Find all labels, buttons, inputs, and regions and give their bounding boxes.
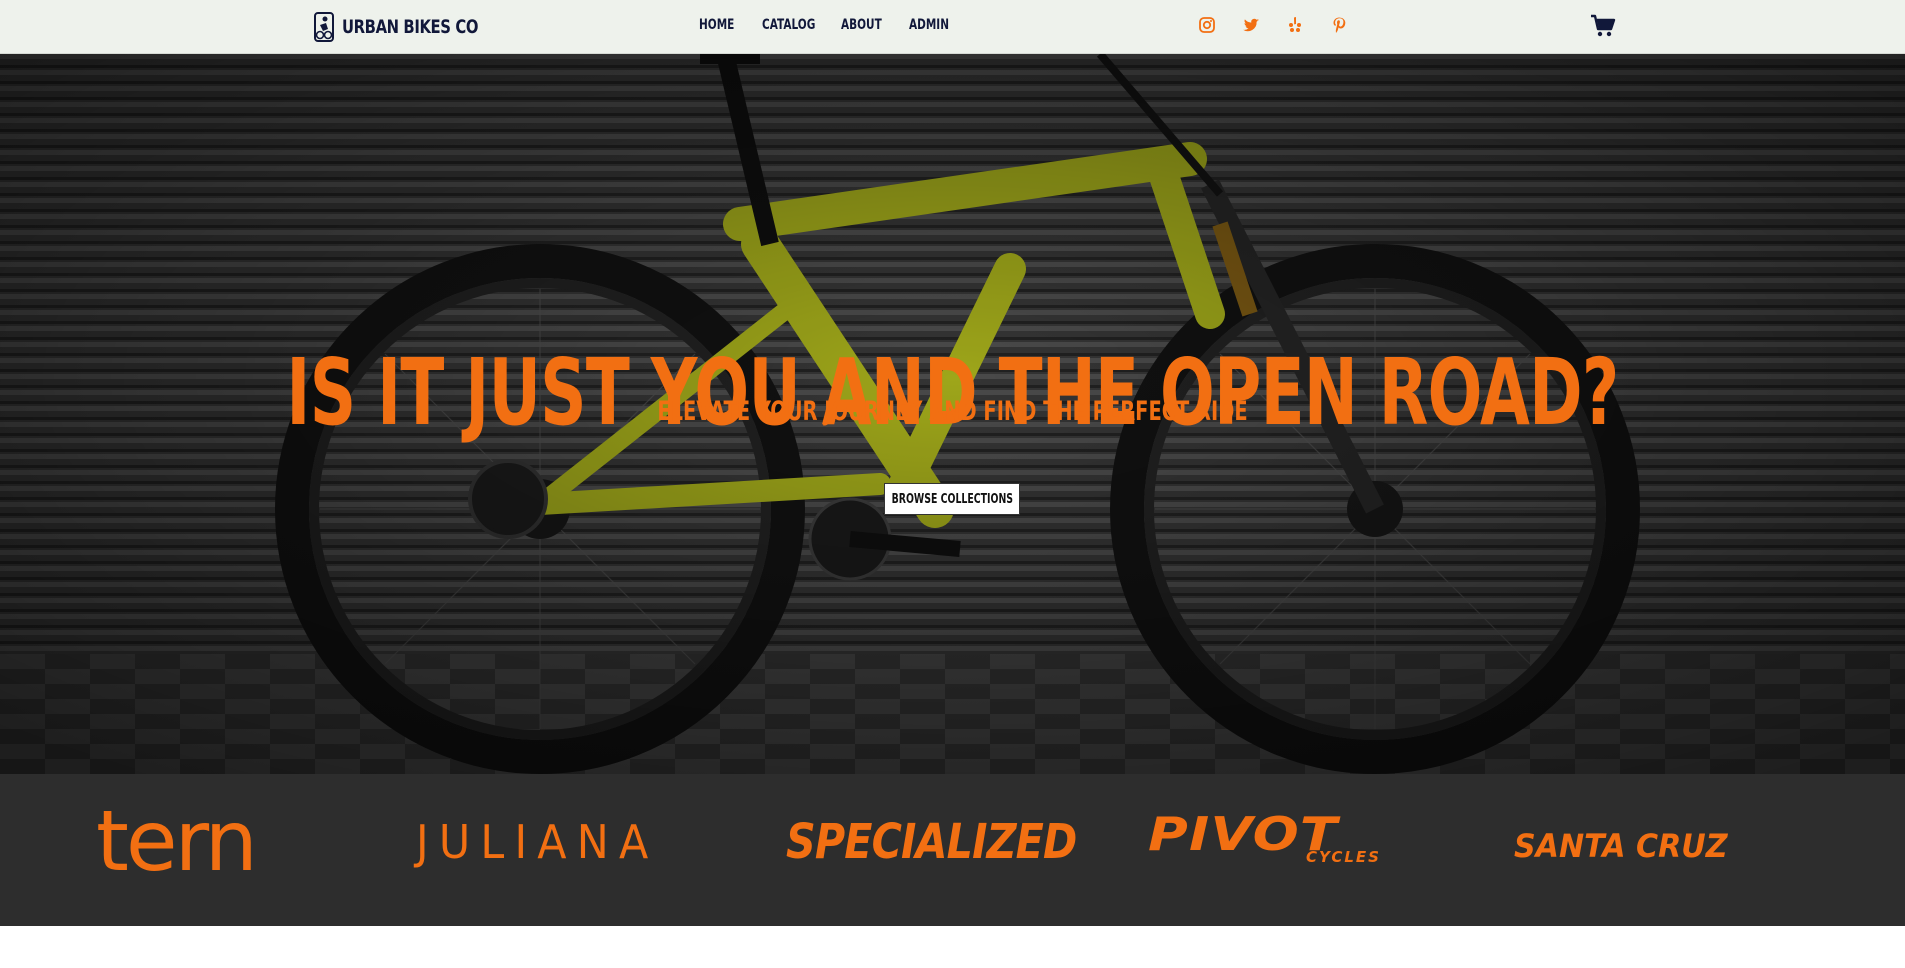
nav-catalog-link[interactable]: CATALOG bbox=[762, 14, 821, 33]
hero-subheadline: ELEVATE YOUR JOURNEY AND FIND THE PERFEC… bbox=[657, 396, 1248, 427]
social-links bbox=[1198, 16, 1348, 34]
brand-logo-tern[interactable]: tern bbox=[96, 792, 258, 890]
brand-logo-juliana[interactable]: JULIANA bbox=[416, 814, 677, 870]
nav-about-link[interactable]: ABOUT bbox=[841, 14, 892, 33]
brand-logo-specialized[interactable]: SPECIALIZED bbox=[786, 814, 1124, 870]
top-navigation-bar: URBAN BIKES CO HOME CATALOG ABOUT ADMIN bbox=[0, 0, 1905, 54]
instagram-icon[interactable] bbox=[1198, 16, 1216, 34]
brand-logo-juliana-text: JULIANA bbox=[416, 815, 659, 869]
cyclist-logo-icon bbox=[314, 12, 334, 42]
brand-logo-santa-cruz-text: SANTA CRUZ bbox=[1514, 827, 1728, 865]
twitter-icon[interactable] bbox=[1242, 16, 1260, 34]
next-section-top bbox=[0, 926, 1905, 968]
browse-collections-button[interactable]: BROWSE COLLECTIONS bbox=[884, 483, 1020, 515]
hero-banner: IS IT JUST YOU AND THE OPEN ROAD? ELEVAT… bbox=[0, 54, 1905, 774]
brand-logo-pivot-text: PIVOT bbox=[1148, 807, 1339, 861]
brand-logos-strip: tern JULIANA SPECIALIZED PIVOT CYCLES SA… bbox=[0, 774, 1905, 926]
yelp-icon[interactable] bbox=[1286, 16, 1304, 34]
pinterest-icon[interactable] bbox=[1330, 16, 1348, 34]
main-nav: HOME CATALOG ABOUT ADMIN bbox=[699, 14, 959, 33]
brand-logo-specialized-text: SPECIALIZED bbox=[786, 814, 1077, 870]
brand-logo-pivot[interactable]: PIVOT CYCLES bbox=[1148, 811, 1381, 866]
nav-home-link[interactable]: HOME bbox=[699, 14, 746, 33]
brand-logo-tern-text: tern bbox=[96, 792, 258, 890]
hero-headline: IS IT JUST YOU AND THE OPEN ROAD? bbox=[286, 338, 1619, 446]
nav-admin-link[interactable]: ADMIN bbox=[909, 14, 949, 33]
browse-collections-label: BROWSE COLLECTIONS bbox=[891, 491, 1013, 507]
brand-name: URBAN BIKES CO bbox=[342, 16, 479, 38]
shopping-cart-icon[interactable] bbox=[1590, 13, 1616, 39]
brand-logo-link[interactable]: URBAN BIKES CO bbox=[314, 10, 516, 44]
brand-logo-santa-cruz[interactable]: SANTA CRUZ bbox=[1514, 826, 1741, 866]
